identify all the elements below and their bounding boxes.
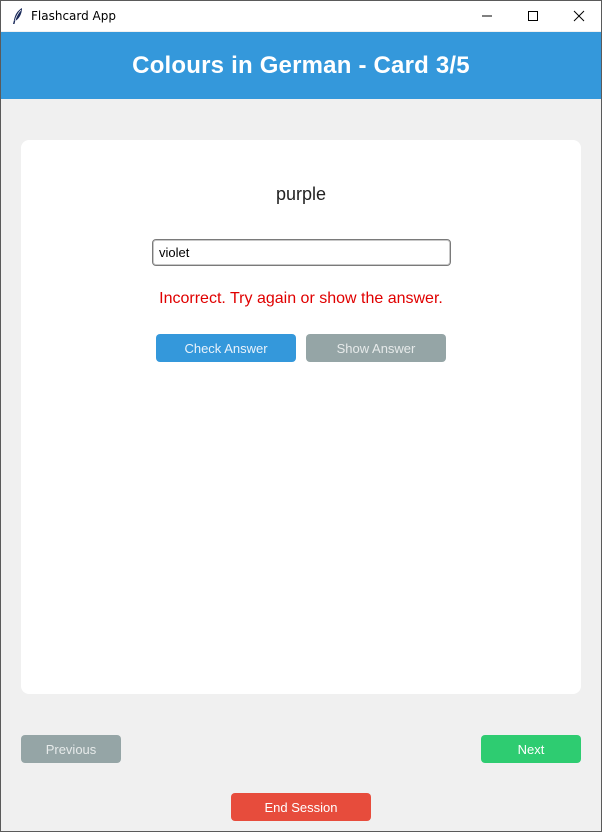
show-answer-button[interactable]: Show Answer xyxy=(306,334,446,362)
app-window: Flashcard App Colours in German - Card 3… xyxy=(0,0,602,832)
check-answer-button[interactable]: Check Answer xyxy=(156,334,296,362)
maximize-icon xyxy=(528,11,538,21)
end-session-button[interactable]: End Session xyxy=(231,793,371,821)
next-button[interactable]: Next xyxy=(481,735,581,763)
close-icon xyxy=(573,10,585,22)
feather-icon xyxy=(10,7,26,25)
feedback-message: Incorrect. Try again or show the answer. xyxy=(159,290,443,307)
window-title: Flashcard App xyxy=(31,9,116,23)
maximize-button[interactable] xyxy=(510,1,556,31)
page-title: Colours in German - Card 3/5 xyxy=(132,51,470,79)
minimize-button[interactable] xyxy=(464,1,510,31)
header-bar: Colours in German - Card 3/5 xyxy=(1,32,601,99)
close-button[interactable] xyxy=(556,1,601,31)
title-bar[interactable]: Flashcard App xyxy=(1,1,601,31)
flashcard: purple Incorrect. Try again or show the … xyxy=(21,140,581,694)
minimize-icon xyxy=(482,15,492,17)
answer-input[interactable] xyxy=(152,239,451,266)
previous-button[interactable]: Previous xyxy=(21,735,121,763)
card-word: purple xyxy=(275,184,327,204)
